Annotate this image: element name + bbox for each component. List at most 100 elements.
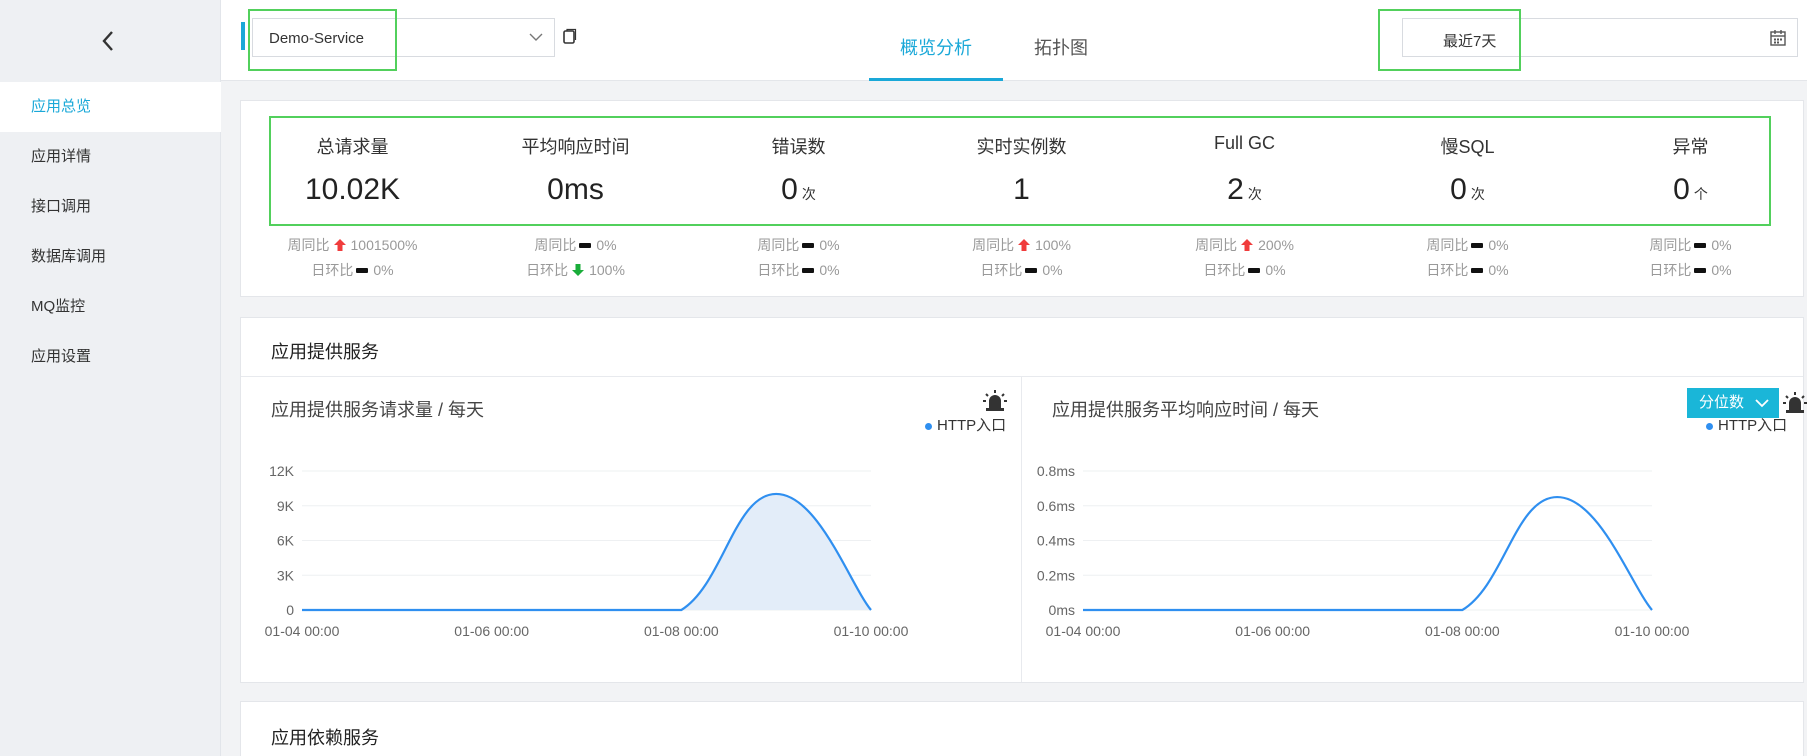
sidebar-nav: 应用总览 应用详情 接口调用 数据库调用 MQ监控 应用设置 <box>0 82 221 382</box>
sidebar-item-mq-monitor[interactable]: MQ监控 <box>0 282 221 332</box>
y-tick-label: 0ms <box>1049 602 1075 618</box>
kpi-value: 10.02K <box>241 173 464 207</box>
flat-trend-icon <box>356 267 369 273</box>
week-over-week: 周同比 0% <box>1356 235 1579 255</box>
request-volume-chart: 0 3K 6K 9K 12K 01-04 00:00 01-06 00:00 01-08 00… <box>265 463 909 639</box>
dod-value: 0% <box>819 262 840 278</box>
wow-value: 0% <box>1711 237 1732 253</box>
dod-label: 日环比 <box>311 262 354 278</box>
back-button[interactable] <box>95 28 121 54</box>
tab-topology[interactable]: 拓扑图 <box>1003 0 1119 81</box>
kpi-item: 总请求量 10.02K 周同比 1001500% 日环比 0% <box>241 101 464 298</box>
wow-value: 1001500% <box>350 237 418 253</box>
series-line <box>1083 495 1653 612</box>
kpi-unit: 次 <box>1470 186 1485 202</box>
kpi-value: 0ms <box>464 173 687 207</box>
copy-icon[interactable] <box>560 28 578 46</box>
sidebar-item-database-calls[interactable]: 数据库调用 <box>0 232 221 282</box>
week-over-week: 周同比 0% <box>464 235 687 255</box>
arrow-up-icon <box>1018 239 1031 251</box>
kpi-label: 慢SQL <box>1440 137 1495 157</box>
service-select[interactable]: Demo-Service <box>252 18 555 57</box>
kpi-value: 0个 <box>1579 173 1802 207</box>
wow-label: 周同比 <box>1195 237 1238 253</box>
dod-value: 0% <box>1265 262 1286 278</box>
wow-label: 周同比 <box>534 237 577 253</box>
kpi-number: 2 <box>1227 173 1244 206</box>
kpi-item: 错误数 0 次周同比 0% 日环比 0% <box>687 101 910 298</box>
flat-trend-icon <box>802 242 815 248</box>
request-volume-chart-panel: 应用提供服务请求量 / 每天 HTTP入口 0 3K 6K 9K 12K 01-04 00… <box>241 376 1021 683</box>
week-over-week: 周同比 200% <box>1133 235 1356 255</box>
day-over-day: 日环比 0% <box>1579 260 1802 280</box>
wow-label: 周同比 <box>1649 237 1692 253</box>
flat-trend-icon <box>1471 267 1484 273</box>
day-over-day: 日环比 100% <box>464 260 687 280</box>
kpi-label: 平均响应时间 <box>521 137 630 157</box>
y-tick-label: 0.4ms <box>1037 533 1075 549</box>
day-over-day: 日环比 0% <box>910 260 1133 280</box>
response-time-chart: 0ms 0.2ms 0.4ms 0.6ms 0.8ms 01-04 00:00 01-06 … <box>1037 463 1690 639</box>
x-tick-label: 01-10 00:00 <box>834 623 909 639</box>
kpi-item: 实时实例数 1 周同比 100% 日环比 0% <box>910 101 1133 298</box>
wow-label: 周同比 <box>287 237 330 253</box>
sidebar-item-interface-calls[interactable]: 接口调用 <box>0 182 221 232</box>
kpi-value: 0次 <box>1356 173 1579 207</box>
y-tick-label: 3K <box>277 567 295 583</box>
y-tick-label: 12K <box>269 463 295 479</box>
kpi-card: 总请求量 10.02K 周同比 1001500% 日环比 0% 平均响应时间 0ms 周同比 0%… <box>240 100 1804 297</box>
section-title: 应用依赖服务 <box>271 728 379 748</box>
tab-overview-analysis[interactable]: 概览分析 <box>869 0 1003 81</box>
y-tick-label: 0.6ms <box>1037 498 1075 514</box>
dod-label: 日环比 <box>526 262 569 278</box>
kpi-item: 平均响应时间 0ms 周同比 0% 日环比 100% <box>464 101 687 298</box>
y-tick-label: 0.8ms <box>1037 463 1075 479</box>
x-tick-label: 01-10 00:00 <box>1615 623 1690 639</box>
x-tick-label: 01-06 00:00 <box>454 623 529 639</box>
flat-trend-icon <box>1694 242 1707 248</box>
kpi-value: 1 <box>910 173 1133 207</box>
kpi-item: 慢SQL 0 次周同比 0% 日环比 0% <box>1356 101 1579 298</box>
chevron-left-icon <box>102 31 113 51</box>
dod-label: 日环比 <box>980 262 1023 278</box>
kpi-value: 0次 <box>687 173 910 207</box>
kpi-item: 异常 0 个周同比 0% 日环比 0% <box>1579 101 1802 298</box>
x-tick-label: 01-08 00:00 <box>644 623 719 639</box>
kpi-label: 总请求量 <box>316 137 389 157</box>
day-over-day: 日环比 0% <box>687 260 910 280</box>
wow-value: 0% <box>1488 237 1509 253</box>
y-tick-label: 0.2ms <box>1037 567 1075 583</box>
y-tick-label: 0 <box>286 602 294 618</box>
dod-value: 100% <box>589 262 625 278</box>
day-over-day: 日环比 0% <box>1356 260 1579 280</box>
flat-trend-icon <box>1694 267 1707 273</box>
provided-services-card: 应用提供服务 应用提供服务请求量 / 每天 HTTP入口 0 3K 6K 9K 12K 0… <box>240 317 1807 683</box>
calendar-icon <box>1770 30 1786 46</box>
dod-label: 日环比 <box>1426 262 1469 278</box>
wow-label: 周同比 <box>757 237 800 253</box>
response-time-chart-panel: 应用提供服务平均响应时间 / 每天 分位数 HTTP入口 0ms 0.2ms 0.4… <box>1022 376 1807 683</box>
x-tick-label: 01-04 00:00 <box>1046 623 1121 639</box>
x-tick-label: 01-06 00:00 <box>1235 623 1310 639</box>
top-bar: Demo-Service 概览分析 拓扑图 最近7天 <box>221 0 1807 81</box>
sidebar-item-app-details[interactable]: 应用详情 <box>0 132 221 182</box>
dod-value: 0% <box>1488 262 1509 278</box>
kpi-number: 0 <box>1450 173 1467 206</box>
week-over-week: 周同比 100% <box>910 235 1133 255</box>
dependency-services-card: 应用依赖服务 <box>240 701 1804 756</box>
chevron-down-icon <box>529 33 543 41</box>
kpi-label: Full GC <box>1213 133 1275 153</box>
date-range-picker[interactable]: 最近7天 <box>1402 18 1798 57</box>
kpi-label: 错误数 <box>771 137 826 157</box>
wow-label: 周同比 <box>972 237 1015 253</box>
week-over-week: 周同比 0% <box>687 235 910 255</box>
kpi-item: Full GC 2 次周同比 200% 日环比 0% <box>1133 101 1356 298</box>
series-area <box>302 493 871 610</box>
sidebar-item-app-overview[interactable]: 应用总览 <box>0 82 221 132</box>
dod-label: 日环比 <box>1649 262 1692 278</box>
x-tick-label: 01-08 00:00 <box>1425 623 1500 639</box>
week-over-week: 周同比 1001500% <box>241 235 464 255</box>
view-tabs: 概览分析 拓扑图 <box>869 0 1119 81</box>
kpi-number: 0 <box>1673 173 1690 206</box>
sidebar-item-app-settings[interactable]: 应用设置 <box>0 332 221 382</box>
